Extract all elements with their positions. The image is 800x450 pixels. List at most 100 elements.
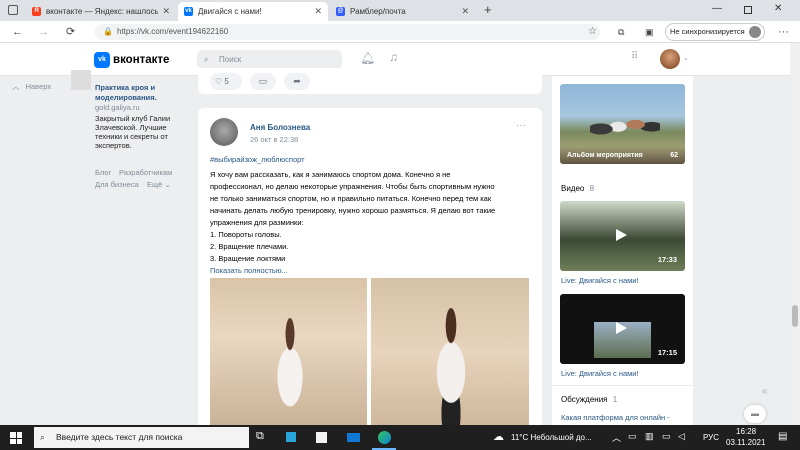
vk-logo[interactable]: vk вконтакте [94,52,169,68]
comment-button[interactable]: ▭ [250,73,276,90]
network-icon[interactable]: ▭ [628,431,637,442]
heart-icon: ♡ [215,77,223,86]
taskbar-app-icon[interactable] [286,432,296,442]
task-view-icon[interactable]: ⧉ [256,430,264,443]
search-icon: ⌕ [204,55,209,64]
previous-post-actions: ♡ 5 ▭ ➦ [198,68,542,94]
address-bar: ← → ⟳ 🔒 https://vk.com/event194622160 ☆ … [0,21,800,43]
post-photo[interactable] [371,278,529,425]
post-text: Я хочу вам рассказать, как я занимаюсь с… [210,169,530,277]
album-cover[interactable]: Альбом мероприятия 62 [560,84,685,164]
scrollbar[interactable] [790,43,800,425]
author-avatar[interactable] [210,118,238,146]
post-menu-icon[interactable]: ··· [516,120,526,131]
close-icon[interactable]: ✕ [314,6,322,17]
photo-person [265,318,315,425]
collapse-chevron-icon[interactable]: « [762,386,768,397]
video-count: 8 [589,184,595,193]
tray-chevron-icon[interactable]: ︿ [612,431,621,444]
show-more-link[interactable]: Показать полностью... [210,265,530,277]
post-hashtag[interactable]: #выбирайзож_люблюспорт [210,155,305,164]
maximize-button[interactable] [744,6,752,14]
language-indicator[interactable]: РУС [703,433,719,442]
post-date[interactable]: 26 окт в 22:38 [250,135,298,144]
post-line: 3. Вращение локтями [210,254,286,263]
video-duration: 17:33 [657,255,677,264]
taskbar-search-placeholder: Введите здесь текст для поиска [56,432,183,442]
post-line: профессионал, но делаю некоторые упражне… [210,182,495,191]
comment-icon: ▭ [258,76,268,86]
notifications-icon[interactable]: ▤ [778,431,787,442]
services-grid-icon[interactable]: ⠿ [631,51,638,62]
divider [552,385,693,386]
scrollbar-thumb[interactable] [792,305,798,327]
favorite-star-icon[interactable]: ☆ [588,24,597,40]
collections-icon[interactable]: ▣ [645,24,654,40]
battery-icon[interactable]: ▭ [662,431,671,442]
clock-time[interactable]: 16:28 [736,427,756,436]
chat-icon: ▬ [751,409,759,418]
up-label: Наверх [25,82,52,91]
video-title[interactable]: Live: Двигайся с нами! [561,369,639,378]
search-input[interactable]: ⌕ Поиск [197,50,342,69]
store-icon[interactable] [316,432,327,443]
video-header[interactable]: Видео 8 [561,184,594,193]
close-icon[interactable]: ✕ [162,6,170,17]
tab-actions-icon[interactable] [8,5,18,15]
post-photo[interactable] [210,278,367,425]
forward-icon[interactable]: → [38,24,49,40]
cloud-icon: ☁ [493,431,504,443]
tab-label: Рамблер/почта [350,7,406,16]
back-icon[interactable]: ← [12,24,23,40]
sync-button[interactable]: Не синхронизируется [665,23,765,41]
like-button[interactable]: ♡ 5 [210,73,242,90]
music-icon[interactable]: ♫ [389,50,398,64]
new-tab-button[interactable]: + [484,2,492,17]
tab-label: Двигайся с нами! [198,7,262,16]
tray-icon[interactable]: ▥ [645,431,654,442]
tab-yandex[interactable]: Я вконтакте — Яндекс: нашлось 5 ✕ [26,2,176,21]
chevron-down-icon[interactable]: ⌄ [683,54,689,62]
clock-date[interactable]: 03.11.2021 [726,438,765,447]
footer-link-more[interactable]: Ещё ⌄ [147,180,171,190]
edge-icon[interactable] [378,431,391,444]
scroll-up-link[interactable]: ︿ Наверх [12,82,51,92]
start-button[interactable] [10,432,22,444]
chat-button[interactable]: ▬ [744,405,766,423]
photo-person [421,308,481,425]
ad-thumbnail [71,70,91,90]
vk-logo-text: вконтакте [113,54,170,66]
post-line: Я хочу вам рассказать, как я занимаюсь с… [210,170,451,179]
post-line: упражнения для разминки: [210,218,304,227]
footer-link-developers[interactable]: Разработчикам [119,168,172,178]
footer-more-label: Ещё [147,180,163,189]
taskbar-search-input[interactable]: ⌕ Введите здесь текст для поиска [34,427,249,448]
tab-rambler[interactable]: @ Рамблер/почта ✕ [330,2,475,21]
mail-icon[interactable] [347,433,360,442]
close-icon[interactable]: ✕ [461,6,469,17]
footer-link-blog[interactable]: Блог [95,168,111,178]
tab-vk[interactable]: vk Двигайся с нами! ✕ [178,2,328,21]
apps-icon[interactable]: ⧉ [618,24,624,40]
video-thumbnail[interactable]: 17:15 [560,294,685,364]
album-label: Альбом мероприятия [567,152,643,159]
bell-icon[interactable]: 🔔︎ [360,51,375,65]
minimize-button[interactable]: — [712,3,722,14]
video-title[interactable]: Live: Двигайся с нами! [561,276,639,285]
avatar[interactable] [660,49,680,69]
video-thumbnail[interactable]: 17:33 [560,201,685,271]
album-count: 62 [670,152,678,159]
reload-icon[interactable]: ⟳ [66,24,75,40]
volume-icon[interactable]: ◁ [678,431,685,442]
close-window-button[interactable]: ✕ [774,3,782,14]
like-count: 5 [224,77,229,86]
more-icon[interactable]: ··· [778,24,789,40]
discussions-header[interactable]: Обсуждения 1 [561,395,617,404]
search-placeholder: Поиск [219,55,242,64]
discussion-title[interactable]: Какая платформа для онлайн - [561,413,670,422]
footer-link-business[interactable]: Для бизнеса [95,180,139,190]
share-button[interactable]: ➦ [284,73,310,90]
weather-text[interactable]: 11°C Небольшой до... [511,433,592,442]
url-field[interactable]: 🔒 https://vk.com/event194622160 [95,24,600,40]
author-name[interactable]: Аня Болознева [250,123,310,132]
